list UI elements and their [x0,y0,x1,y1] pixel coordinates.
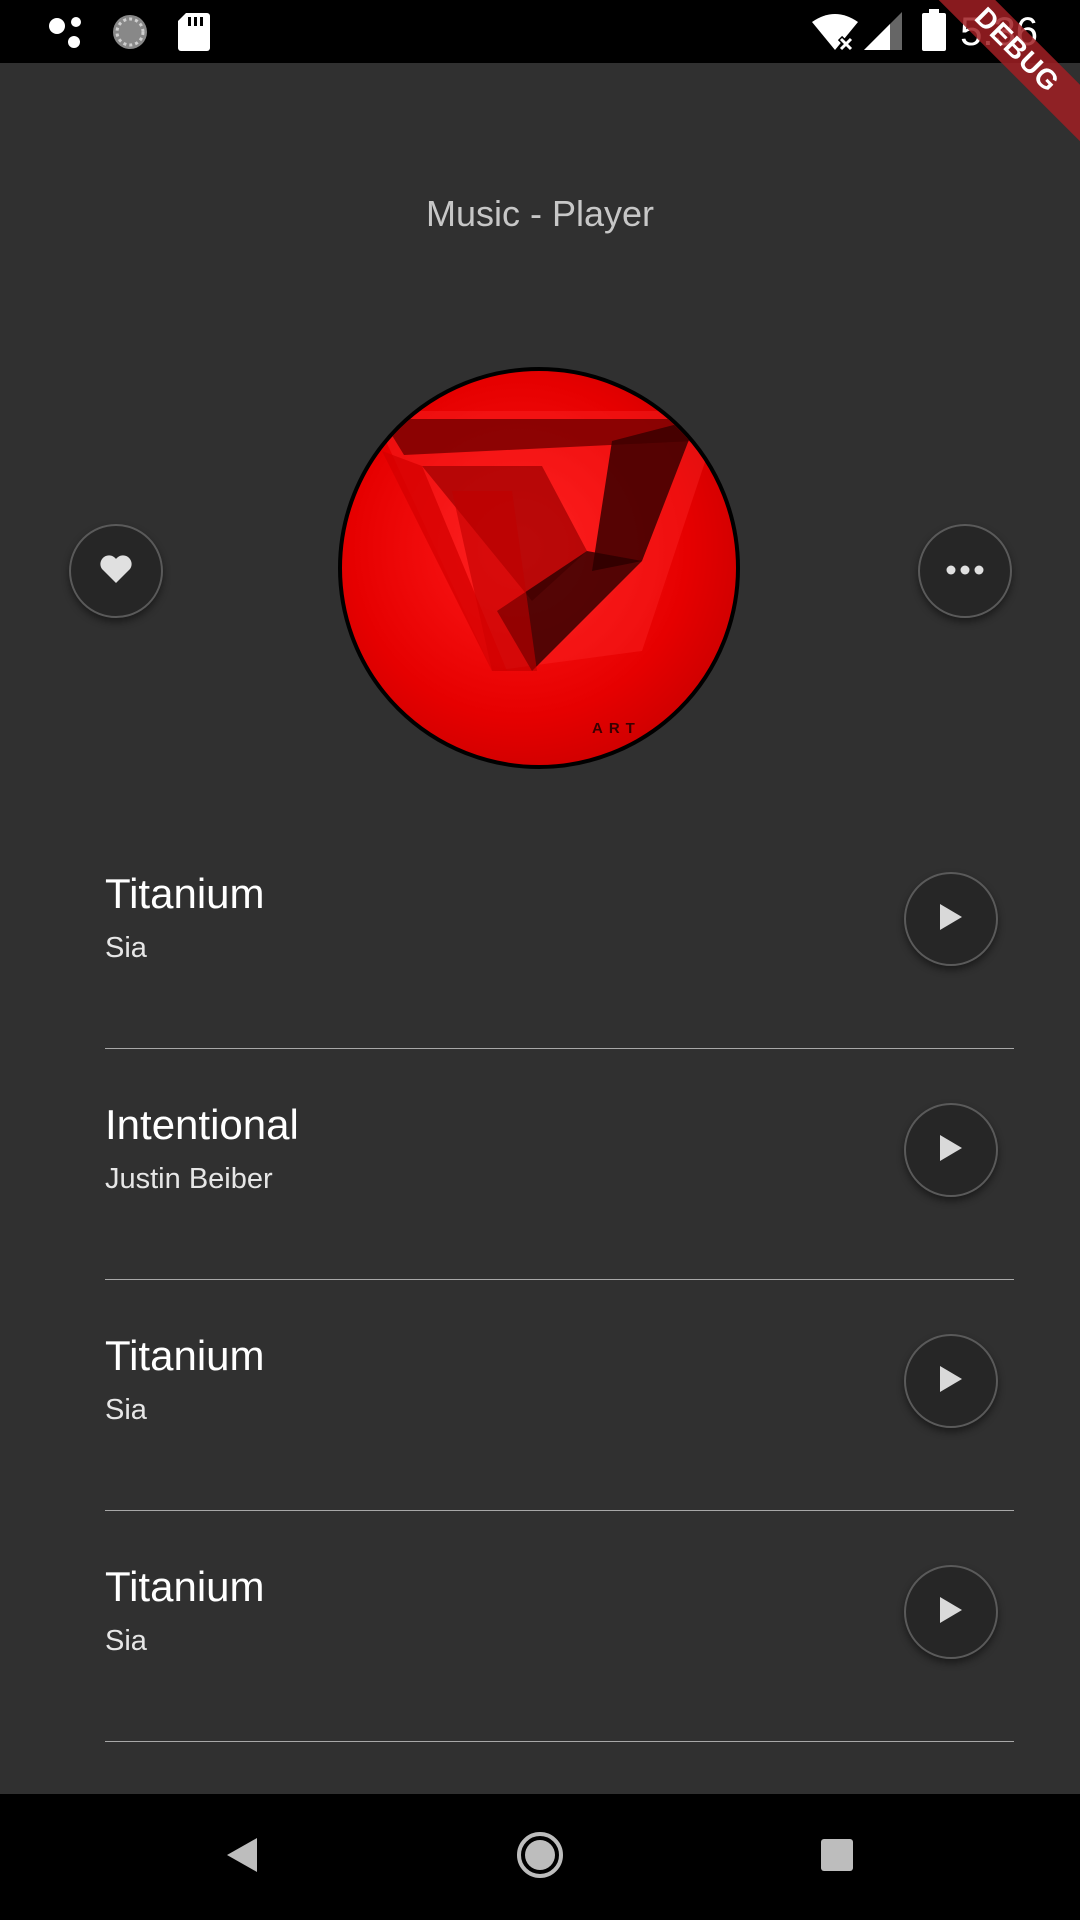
recents-square-icon [820,1838,854,1877]
play-icon [938,1133,964,1168]
back-button[interactable] [212,1827,272,1887]
album-art: ART [338,367,740,769]
favorite-button[interactable] [69,524,163,618]
song-list: Titanium Sia Intentional Justin Beiber T… [105,818,1014,1742]
song-artist: Sia [105,932,147,964]
song-artist: Sia [105,1625,147,1657]
play-button[interactable] [904,1103,998,1197]
music-player-screen: 5:36 DEBUG Music - Player ART [0,0,1080,1920]
song-list-item[interactable]: Titanium Sia [105,818,1014,1049]
more-options-button[interactable] [918,524,1012,618]
play-button[interactable] [904,1334,998,1428]
play-button[interactable] [904,1565,998,1659]
play-button[interactable] [904,872,998,966]
status-bar: 5:36 [0,0,1080,63]
system-nav-bar [0,1794,1080,1920]
home-circle-icon [516,1831,564,1884]
page-title: Music - Player [425,193,655,234]
assistant-dots-icon [48,14,90,55]
song-title: Titanium [105,870,265,917]
sync-spinner-icon [110,12,150,57]
more-dots-icon [946,562,984,580]
album-art-graphic: ART [372,411,722,737]
song-list-item[interactable]: Titanium Sia [105,1511,1014,1742]
play-icon [938,1595,964,1630]
play-icon [938,902,964,937]
recents-button[interactable] [807,1827,867,1887]
song-title: Titanium [105,1563,265,1610]
song-title: Intentional [105,1101,299,1148]
song-list-item[interactable]: Titanium Sia [105,1280,1014,1511]
heart-icon [99,554,133,589]
play-icon [938,1364,964,1399]
album-art-text: ART [592,720,641,737]
song-title: Titanium [105,1332,265,1379]
sd-card-icon [178,13,210,56]
cell-signal-icon [864,12,902,55]
battery-icon [922,9,946,56]
back-triangle-icon [225,1836,259,1879]
song-artist: Justin Beiber [105,1163,273,1195]
wifi-off-icon [810,12,860,57]
song-list-item[interactable]: Intentional Justin Beiber [105,1049,1014,1280]
song-artist: Sia [105,1394,147,1426]
home-button[interactable] [510,1827,570,1887]
